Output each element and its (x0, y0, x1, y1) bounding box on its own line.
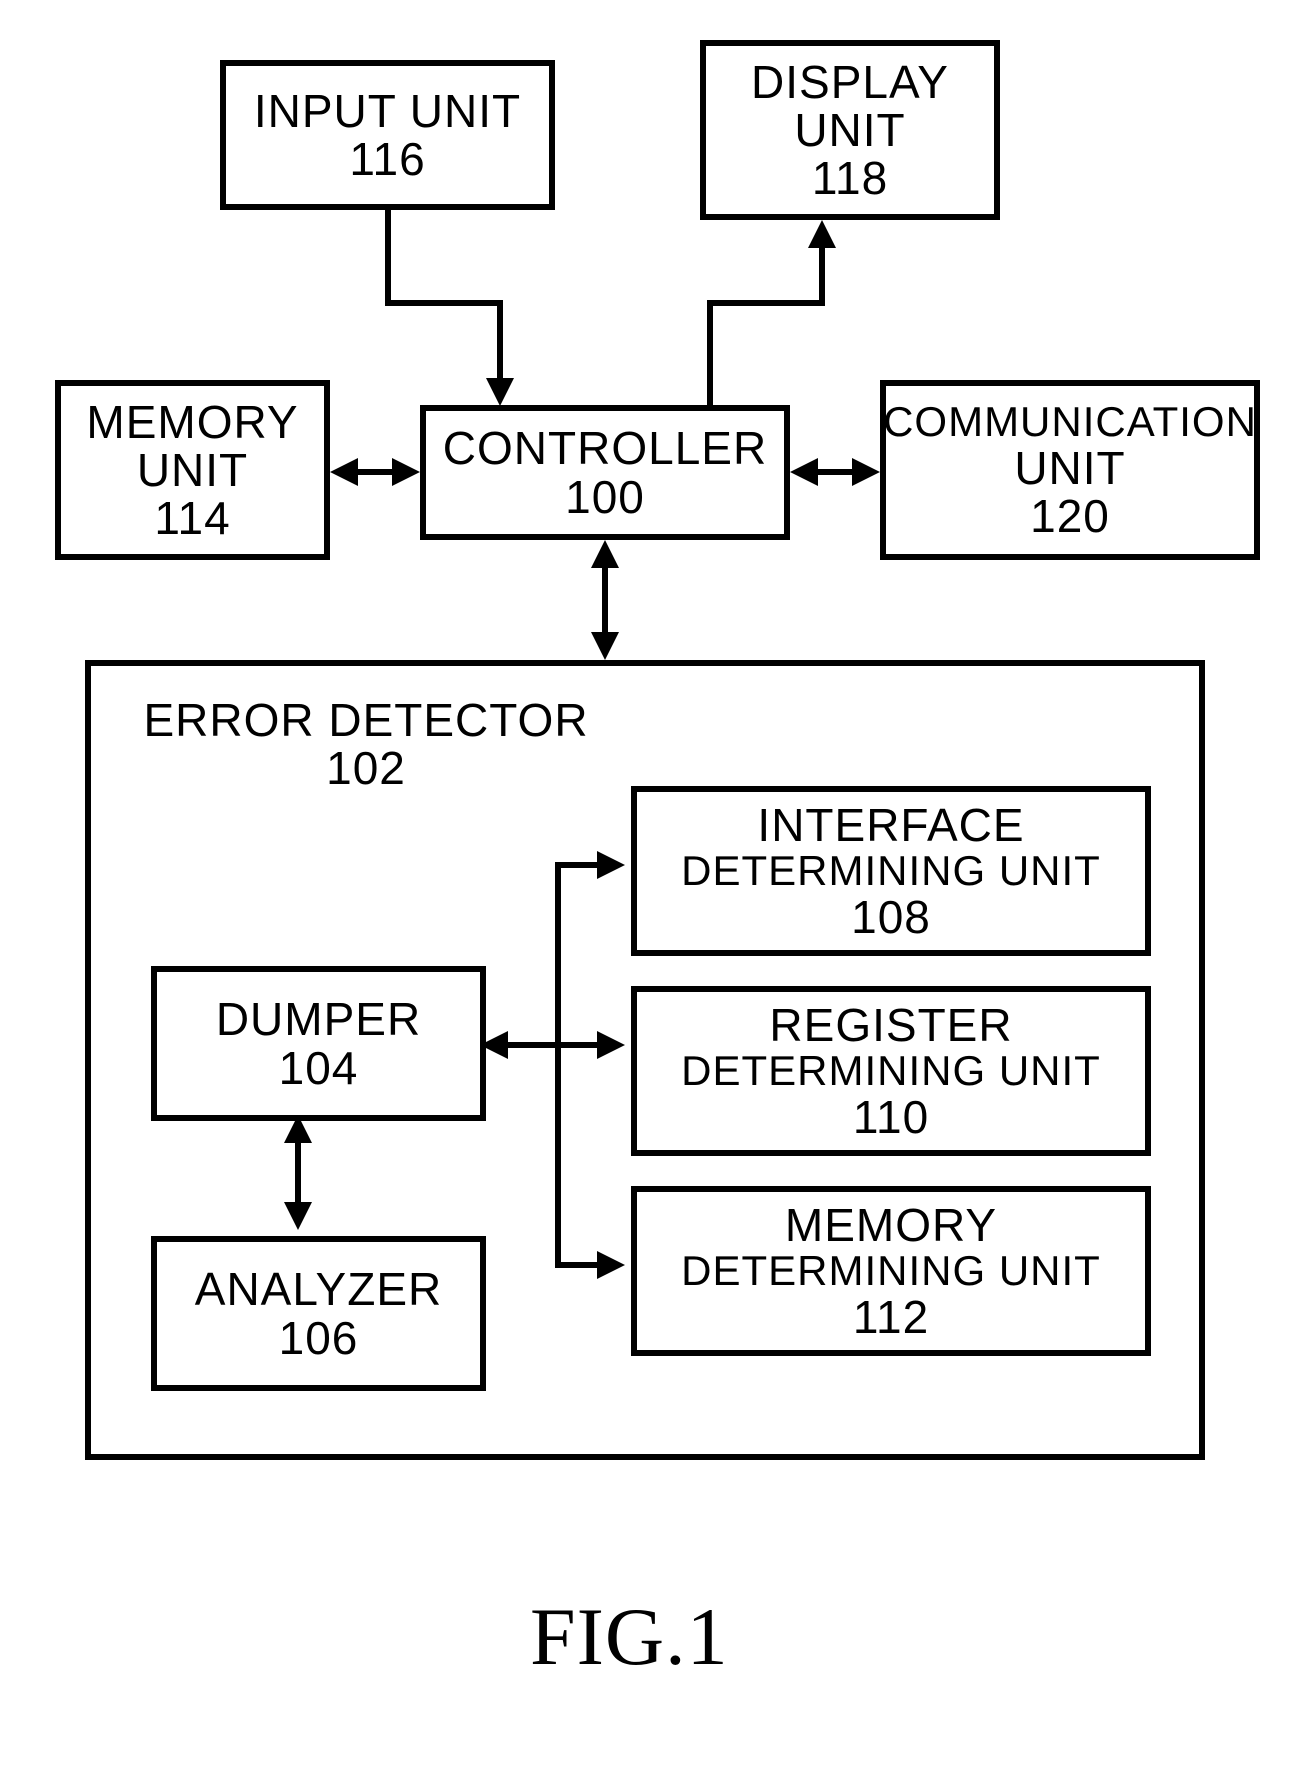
label-register-det-2: DETERMINING UNIT (681, 1049, 1101, 1093)
block-display-unit: DISPLAY UNIT 118 (700, 40, 1000, 220)
ref-input-unit: 116 (349, 135, 425, 183)
arrow-memory-controller-l (330, 458, 358, 486)
arrow-controller-err-u (591, 540, 619, 568)
ref-register-det: 110 (853, 1093, 929, 1141)
arrow-dumper-analyzer-d (284, 1202, 312, 1230)
figure-caption: FIG.1 (530, 1590, 729, 1684)
label-interface-det-2: DETERMINING UNIT (681, 849, 1101, 893)
conn-controller-display-v1 (707, 300, 713, 405)
label-memory-unit-1: MEMORY (86, 398, 298, 446)
title-error-detector: ERROR DETECTOR 102 (156, 696, 576, 793)
conn-input-controller-h (385, 300, 503, 306)
block-memory-unit: MEMORY UNIT 114 (55, 380, 330, 560)
block-memory-determining-unit: MEMORY DETERMINING UNIT 112 (631, 1186, 1151, 1356)
conn-bus-interface (555, 862, 600, 868)
arrow-controller-comm-r (852, 458, 880, 486)
arrow-controller-comm-l (790, 458, 818, 486)
block-dumper: DUMPER 104 (151, 966, 486, 1121)
ref-memory-det: 112 (853, 1293, 929, 1341)
arrow-dumper-bus-l (480, 1031, 508, 1059)
arrow-dumper-analyzer-u (284, 1115, 312, 1143)
conn-input-controller-v2 (497, 300, 503, 380)
label-analyzer: ANALYZER (195, 1265, 442, 1313)
ref-memory-unit: 114 (154, 494, 230, 542)
label-interface-det-1: INTERFACE (757, 801, 1024, 849)
label-error-detector: ERROR DETECTOR (143, 696, 588, 744)
block-interface-determining-unit: INTERFACE DETERMINING UNIT 108 (631, 786, 1151, 956)
conn-input-controller-v1 (385, 210, 391, 305)
conn-bus-vertical (555, 865, 561, 1265)
label-controller: CONTROLLER (443, 424, 767, 472)
conn-dumper-bus (505, 1042, 600, 1048)
label-communication-unit-2: UNIT (1014, 444, 1125, 492)
label-communication-unit-1: COMMUNICATION (883, 400, 1257, 444)
label-memory-det-2: DETERMINING UNIT (681, 1249, 1101, 1293)
ref-analyzer: 106 (279, 1314, 359, 1362)
block-controller: CONTROLLER 100 (420, 405, 790, 540)
arrow-memory-controller-r (392, 458, 420, 486)
label-memory-det-1: MEMORY (785, 1201, 997, 1249)
ref-dumper: 104 (279, 1044, 359, 1092)
label-input-unit: INPUT UNIT (254, 87, 521, 135)
diagram-canvas: INPUT UNIT 116 DISPLAY UNIT 118 MEMORY U… (0, 0, 1304, 1792)
label-dumper: DUMPER (216, 995, 421, 1043)
ref-error-detector: 102 (326, 744, 406, 792)
block-analyzer: ANALYZER 106 (151, 1236, 486, 1391)
conn-bus-memdet (555, 1262, 600, 1268)
conn-dumper-analyzer (295, 1140, 301, 1205)
arrow-dumper-bus-r (597, 1031, 625, 1059)
arrow-input-controller (486, 378, 514, 406)
ref-controller: 100 (565, 473, 645, 521)
arrow-bus-memdet (597, 1251, 625, 1279)
ref-communication-unit: 120 (1030, 492, 1110, 540)
conn-controller-display-v2 (819, 247, 825, 305)
ref-display-unit: 118 (812, 154, 888, 202)
block-input-unit: INPUT UNIT 116 (220, 60, 555, 210)
arrow-controller-err-d (591, 632, 619, 660)
ref-interface-det: 108 (851, 893, 931, 941)
block-register-determining-unit: REGISTER DETERMINING UNIT 110 (631, 986, 1151, 1156)
label-display-unit-2: UNIT (794, 106, 905, 154)
block-communication-unit: COMMUNICATION UNIT 120 (880, 380, 1260, 560)
block-error-detector: ERROR DETECTOR 102 DUMPER 104 ANALYZER 1… (85, 660, 1205, 1460)
label-register-det-1: REGISTER (769, 1001, 1012, 1049)
conn-controller-err (602, 565, 608, 635)
arrow-controller-display (808, 220, 836, 248)
conn-controller-display-h (707, 300, 825, 306)
label-display-unit-1: DISPLAY (751, 58, 949, 106)
label-memory-unit-2: UNIT (137, 446, 248, 494)
arrow-bus-interface (597, 851, 625, 879)
